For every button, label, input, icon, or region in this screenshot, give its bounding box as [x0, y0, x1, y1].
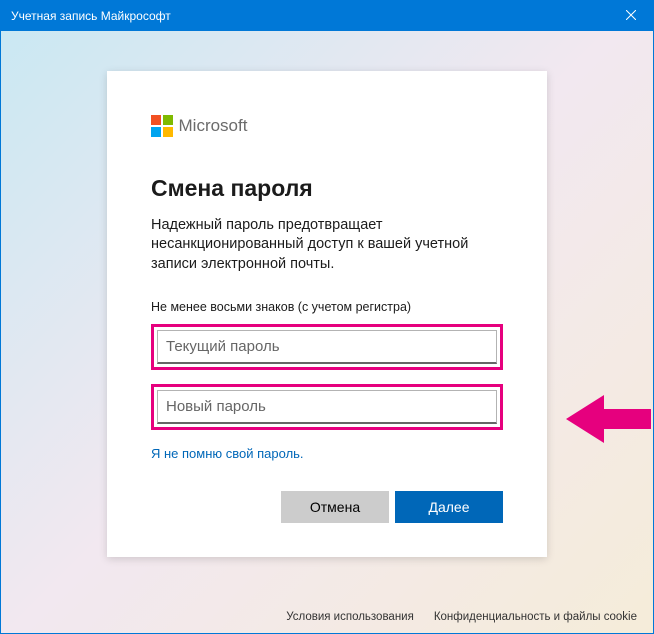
new-password-input[interactable]	[157, 390, 497, 424]
page-title: Смена пароля	[151, 175, 503, 202]
privacy-link[interactable]: Конфиденциальность и файлы cookie	[434, 611, 637, 623]
terms-link[interactable]: Условия использования	[286, 611, 414, 623]
new-password-highlight	[151, 384, 503, 430]
next-button[interactable]: Далее	[395, 491, 503, 523]
microsoft-logo-text: Microsoft	[179, 116, 248, 136]
current-password-input[interactable]	[157, 330, 497, 364]
button-row: Отмена Далее	[151, 491, 503, 523]
window-frame: Учетная запись Майкрософт Microsoft Смен…	[0, 0, 654, 634]
password-hint: Не менее восьми знаков (с учетом регистр…	[151, 300, 503, 314]
microsoft-logo: Microsoft	[151, 115, 503, 137]
dialog-card: Microsoft Смена пароля Надежный пароль п…	[107, 71, 547, 557]
footer-links: Условия использования Конфиденциальность…	[286, 611, 637, 623]
current-password-highlight	[151, 324, 503, 370]
microsoft-logo-icon	[151, 115, 173, 137]
close-button[interactable]	[608, 1, 653, 31]
forgot-password-link[interactable]: Я не помню свой пароль.	[151, 446, 304, 461]
annotation-arrow-icon	[566, 391, 651, 452]
cancel-button[interactable]: Отмена	[281, 491, 389, 523]
window-title: Учетная запись Майкрософт	[11, 9, 171, 23]
description-text: Надежный пароль предотвращает несанкцион…	[151, 216, 503, 275]
titlebar: Учетная запись Майкрософт	[1, 1, 653, 31]
close-icon	[626, 9, 636, 23]
content-area: Microsoft Смена пароля Надежный пароль п…	[1, 31, 653, 633]
